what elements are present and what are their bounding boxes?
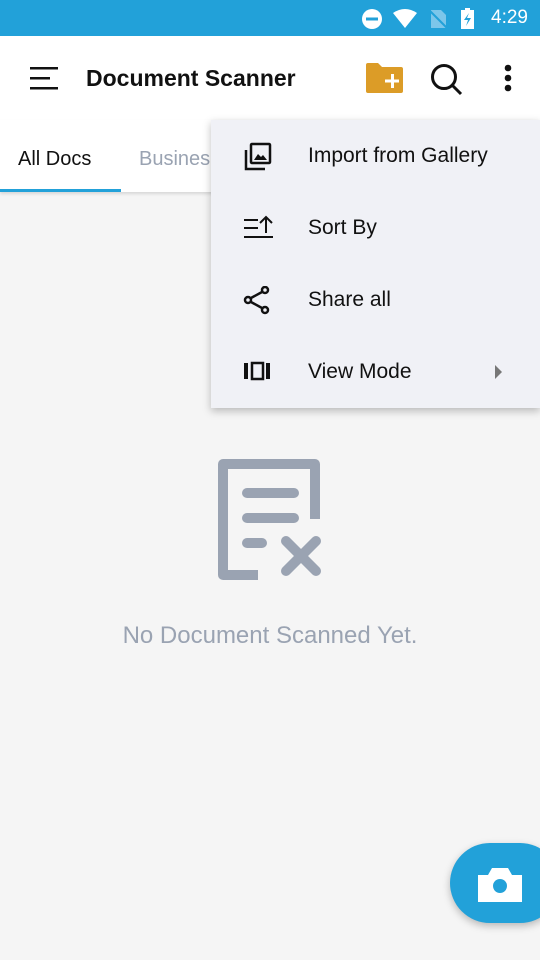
overflow-menu: Import from Gallery Sort By Share all Vi… — [211, 120, 540, 408]
gallery-icon — [244, 142, 272, 171]
empty-state-message: No Document Scanned Yet. — [122, 622, 418, 649]
search-icon[interactable] — [430, 63, 464, 97]
menu-icon[interactable] — [30, 66, 60, 92]
view-mode-icon — [244, 361, 270, 381]
tab-all-docs[interactable]: All Docs — [18, 148, 91, 171]
no-document-icon — [218, 459, 324, 586]
dnd-icon — [362, 9, 382, 29]
active-tab-indicator — [0, 189, 121, 192]
menu-item-view-mode[interactable]: View Mode — [211, 336, 540, 408]
camera-scan-button[interactable] — [450, 843, 540, 923]
app-title: Document Scanner — [86, 65, 296, 91]
more-vert-icon[interactable] — [502, 64, 514, 94]
status-icons — [362, 8, 474, 30]
tab-business[interactable]: Busines — [139, 148, 210, 171]
add-folder-icon[interactable] — [365, 62, 405, 94]
share-icon — [243, 286, 270, 315]
menu-item-share-all[interactable]: Share all — [211, 264, 540, 336]
submenu-arrow-icon — [495, 365, 502, 379]
menu-item-sort-by[interactable]: Sort By — [211, 192, 540, 264]
battery-charging-icon — [461, 8, 474, 29]
no-sim-icon — [428, 9, 449, 30]
status-bar: 4:29 — [0, 0, 540, 36]
clock: 4:29 — [491, 7, 528, 28]
wifi-icon — [393, 9, 417, 28]
menu-item-import-from-gallery[interactable]: Import from Gallery — [211, 120, 540, 192]
camera-icon — [478, 868, 522, 902]
app-bar: Document Scanner — [0, 36, 540, 120]
sort-icon — [244, 215, 273, 238]
